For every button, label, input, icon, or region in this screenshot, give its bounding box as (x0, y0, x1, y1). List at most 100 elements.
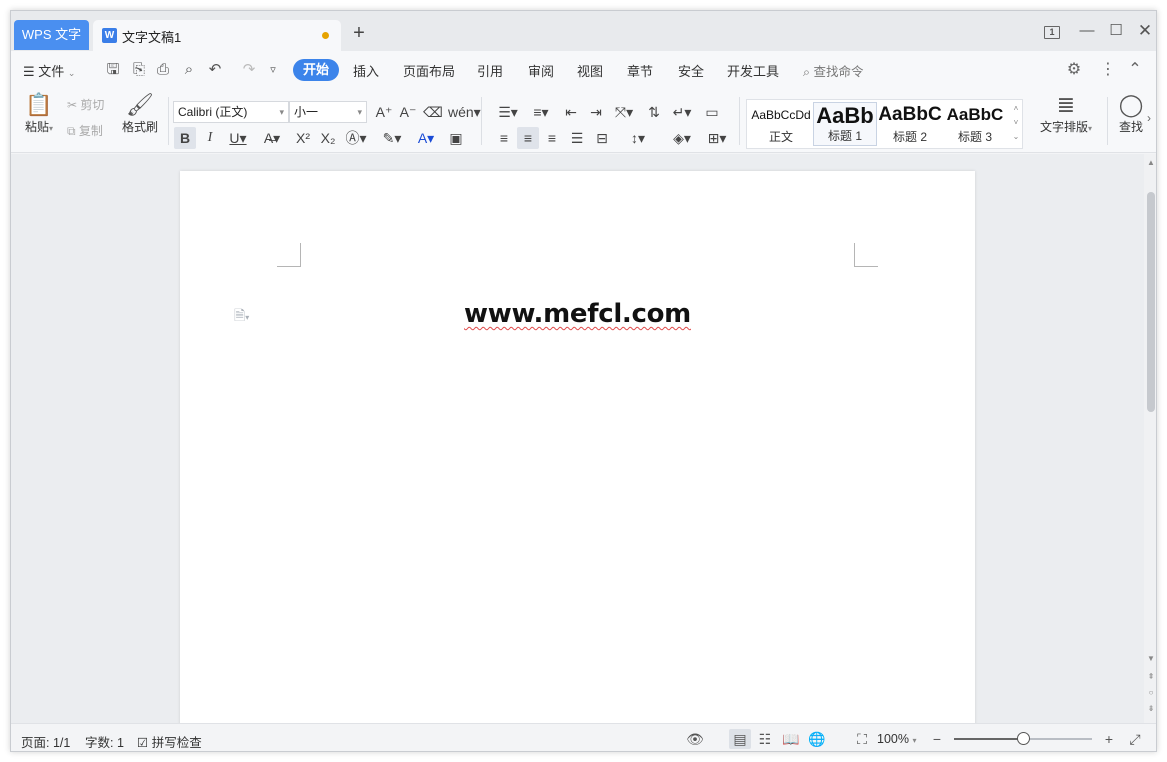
italic-icon[interactable]: I (199, 127, 221, 149)
paste-button[interactable]: 📋 粘贴▾ (19, 92, 59, 135)
zoom-in-icon[interactable]: + (1098, 729, 1120, 749)
show-marks-icon[interactable]: ↵▾ (668, 101, 696, 123)
align-right-icon[interactable]: ≡ (541, 127, 563, 149)
eye-protection-icon[interactable]: 👁 (684, 729, 706, 749)
subscript-icon[interactable]: X₂ (317, 127, 339, 149)
workspace-button[interactable]: 1 (1041, 21, 1063, 41)
shading-icon[interactable]: ◈▾ (667, 127, 697, 149)
align-center-icon[interactable]: ≡ (517, 127, 539, 149)
vertical-scrollbar[interactable]: ▲ ▼ ⇞ ○ ⇟ (1144, 154, 1156, 723)
tab-view[interactable]: 视图 (577, 61, 603, 80)
decrease-indent-icon[interactable]: ⇤ (560, 101, 582, 123)
scroll-down-icon[interactable]: ▼ (1145, 654, 1156, 663)
scroll-up-icon[interactable]: ▲ (1145, 158, 1156, 167)
prev-page-icon[interactable]: ⇞ (1145, 672, 1156, 681)
scrollbar-thumb[interactable] (1147, 192, 1155, 412)
borders-icon[interactable]: ⊞▾ (702, 127, 732, 149)
style-normal[interactable]: AaBbCcDd 正文 (749, 102, 813, 146)
fit-page-icon[interactable]: ⛶ (851, 729, 873, 749)
style-normal-sample: AaBbCcDd (751, 108, 811, 122)
zoom-level-select[interactable]: 100% ▾ (877, 732, 916, 746)
sort-icon[interactable]: ⇅ (643, 101, 665, 123)
close-icon[interactable]: ✕ (1134, 21, 1156, 41)
print-icon[interactable]: ⎙ (153, 60, 173, 80)
page-indicator[interactable]: 页面: 1/1 (21, 732, 70, 751)
maximize-icon[interactable]: ☐ (1105, 21, 1127, 41)
minimize-icon[interactable]: — (1076, 21, 1098, 41)
tab-chapter[interactable]: 章节 (627, 61, 653, 80)
superscript-icon[interactable]: X² (292, 127, 314, 149)
numbered-list-icon[interactable]: ≡▾ (526, 101, 556, 123)
fullscreen-icon[interactable]: ⤢ (1124, 729, 1146, 749)
find-button[interactable]: ◯ 查找 (1113, 92, 1149, 135)
document-text[interactable]: www.mefcl.com (180, 299, 975, 329)
style-heading-1[interactable]: AaBb 标题 1 (813, 102, 877, 146)
highlight-icon[interactable]: ✎▾ (377, 127, 407, 149)
pinyin-guide-icon[interactable]: wén▾ (448, 101, 481, 123)
style-heading-3[interactable]: AaBbC 标题 3 (943, 102, 1007, 146)
tab-home[interactable]: 开始 (293, 59, 339, 81)
tab-references[interactable]: 引用 (477, 61, 503, 80)
strikethrough-icon[interactable]: A̶▾ (258, 127, 286, 149)
customize-toolbar-icon[interactable]: ▿ (263, 60, 283, 80)
shrink-font-icon[interactable]: A⁻ (397, 101, 419, 123)
font-name-select[interactable]: Calibri (正文) ▾ (173, 101, 289, 123)
tab-developer-tools[interactable]: 开发工具 (727, 61, 779, 80)
grow-font-icon[interactable]: A⁺ (373, 101, 395, 123)
zoom-out-icon[interactable]: − (926, 729, 948, 749)
font-color-icon[interactable]: A▾ (412, 127, 440, 149)
export-pdf-icon[interactable]: ⎘ (129, 60, 149, 80)
underline-icon[interactable]: U▾ (224, 127, 252, 149)
command-search[interactable]: ⌕ 查找命令 (803, 61, 864, 80)
cut-button[interactable]: ✂ 剪切 (67, 96, 104, 113)
document-page[interactable]: 🗎▾ www.mefcl.com (180, 171, 975, 731)
line-spacing-icon[interactable]: ↕▾ (624, 127, 652, 149)
next-page-icon[interactable]: ⇟ (1145, 704, 1156, 713)
styles-scroll[interactable]: ˄ ˅ ⌄ (1011, 102, 1021, 144)
chinese-layout-icon[interactable]: ⤧▾ (610, 101, 638, 123)
justify-icon[interactable]: ☰ (566, 127, 588, 149)
ruler-icon[interactable]: ▭ (701, 101, 723, 123)
undo-icon[interactable]: ↶ (205, 60, 225, 80)
page-view-icon[interactable]: ▤ (729, 729, 751, 749)
text-effect-icon[interactable]: Ⓐ▾ (342, 127, 370, 149)
new-tab-button[interactable]: + (349, 23, 369, 43)
tab-security[interactable]: 安全 (678, 61, 704, 80)
reading-view-icon[interactable]: 📖 (780, 729, 802, 749)
tab-review[interactable]: 审阅 (528, 61, 554, 80)
save-icon[interactable]: 🖫 (103, 60, 123, 80)
app-tab[interactable]: WPS 文字 (14, 20, 89, 50)
ribbon-scroll-right-icon[interactable]: › (1147, 111, 1151, 125)
file-menu[interactable]: ☰ 文件 ⌄ (23, 61, 75, 80)
distributed-align-icon[interactable]: ⊟ (591, 127, 613, 149)
increase-indent-icon[interactable]: ⇥ (585, 101, 607, 123)
bold-icon[interactable]: B (174, 127, 196, 149)
document-canvas[interactable]: 🗎▾ www.mefcl.com (11, 154, 1144, 731)
format-painter-button[interactable]: 🖌 格式刷 (117, 92, 163, 135)
style-heading-3-name: 标题 3 (957, 130, 992, 144)
word-count[interactable]: 字数: 1 (85, 732, 124, 751)
clear-format-icon[interactable]: ⌫ (422, 101, 444, 123)
document-tab[interactable]: W 文字文稿1 (93, 20, 341, 51)
align-left-icon[interactable]: ≡ (493, 127, 515, 149)
font-size-select[interactable]: 小一 ▾ (289, 101, 367, 123)
style-heading-2[interactable]: AaBbC 标题 2 (878, 102, 942, 146)
char-border-icon[interactable]: ▣ (445, 127, 467, 149)
zoom-slider-thumb[interactable] (1017, 732, 1030, 745)
collapse-ribbon-icon[interactable]: ⌃ (1124, 59, 1146, 81)
style-heading-2-name: 标题 2 (892, 130, 927, 144)
copy-button[interactable]: ⧉ 复制 (67, 122, 103, 139)
web-view-icon[interactable]: 🌐 (806, 729, 828, 749)
tab-insert[interactable]: 插入 (353, 61, 379, 80)
redo-icon[interactable]: ↷ (239, 60, 259, 80)
spell-check-toggle[interactable]: ☑ 拼写检查 (137, 732, 202, 751)
bullet-list-icon[interactable]: ☰▾ (493, 101, 523, 123)
text-layout-button[interactable]: ≣ 文字排版▾ (1035, 92, 1097, 135)
more-options-icon[interactable]: ⋮ (1097, 59, 1119, 81)
brush-icon: 🖌 (126, 92, 154, 117)
select-browse-object-icon[interactable]: ○ (1145, 688, 1156, 697)
settings-gear-icon[interactable]: ⚙ (1063, 59, 1085, 81)
print-preview-icon[interactable]: ⌕ (179, 60, 199, 80)
outline-view-icon[interactable]: ☷ (754, 729, 776, 749)
tab-page-layout[interactable]: 页面布局 (403, 61, 455, 80)
